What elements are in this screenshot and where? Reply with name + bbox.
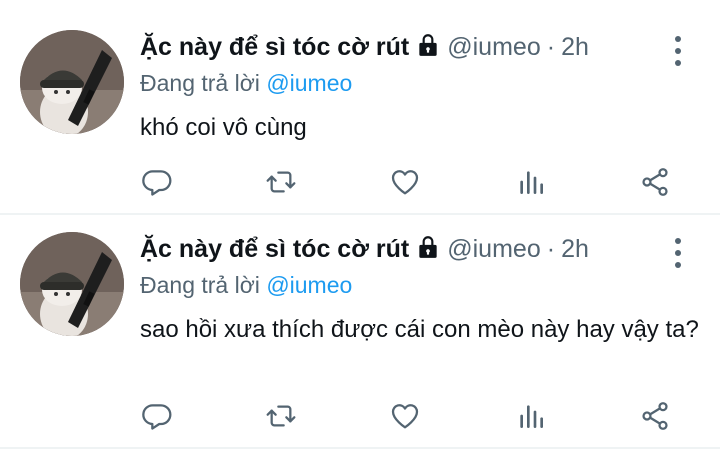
retweet-icon[interactable] [263,398,299,434]
replying-to-label: Đang trả lời [140,272,260,298]
avatar[interactable] [20,30,124,134]
views-icon[interactable] [513,164,549,200]
separator-dot: · [546,33,556,61]
display-name[interactable]: Ặc này để sì tóc cờ rút [140,33,409,62]
tweet-reply[interactable]: Ặc này để sì tóc cờ rút @iumeo · 2h Đang… [0,0,720,214]
replying-to-label: Đang trả lời [140,70,260,96]
avatar[interactable] [20,232,124,336]
replying-to: Đang trả lời @iumeo [140,272,352,299]
replying-to: Đang trả lời @iumeo [140,70,352,97]
avatar-image [20,30,124,134]
reply-mention-link[interactable]: @iumeo [266,70,352,96]
lock-icon [415,234,441,265]
views-icon[interactable] [513,398,549,434]
more-vertical-icon[interactable] [666,36,690,66]
separator-dot: · [546,235,556,263]
timestamp[interactable]: 2h [561,33,589,62]
reply-icon[interactable] [139,398,175,434]
display-name[interactable]: Ặc này để sì tóc cờ rút [140,235,409,264]
share-icon[interactable] [637,164,673,200]
user-handle[interactable]: @iumeo [447,33,540,62]
more-vertical-icon[interactable] [666,238,690,268]
lock-icon [415,32,441,63]
tweet-reply[interactable]: Ặc này để sì tóc cờ rút @iumeo · 2h Đang… [0,216,720,448]
share-icon[interactable] [637,398,673,434]
user-handle[interactable]: @iumeo [447,235,540,264]
tweet-header: Ặc này để sì tóc cờ rút @iumeo · 2h [140,32,589,63]
divider [0,447,720,449]
tweet-text: khó coi vô cùng [140,114,307,141]
timestamp[interactable]: 2h [561,235,589,264]
tweet-header: Ặc này để sì tóc cờ rút @iumeo · 2h [140,234,589,265]
reply-icon[interactable] [139,164,175,200]
tweet-text: sao hồi xưa thích được cái con mèo này h… [140,316,699,343]
heart-icon[interactable] [387,164,423,200]
retweet-icon[interactable] [263,164,299,200]
reply-mention-link[interactable]: @iumeo [266,272,352,298]
heart-icon[interactable] [387,398,423,434]
avatar-image [20,232,124,336]
divider [0,213,720,215]
